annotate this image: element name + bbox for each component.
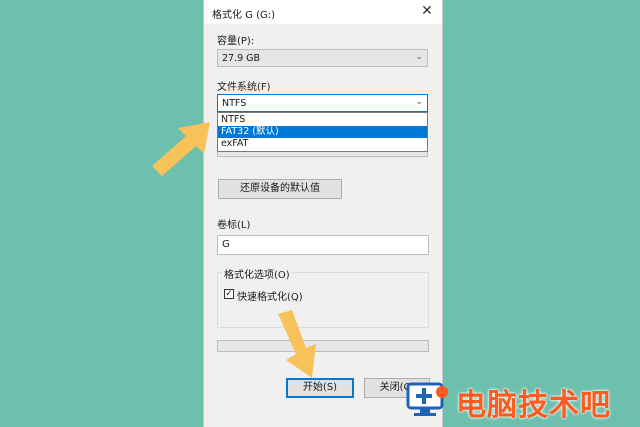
- computer-logo-icon: [406, 382, 448, 416]
- filesystem-dropdown-list: NTFS FAT32 (默认) exFAT: [217, 112, 428, 152]
- filesystem-option-ntfs[interactable]: NTFS: [218, 114, 427, 126]
- watermark-text: 电脑技术吧: [456, 388, 611, 423]
- watermark: 电脑技术吧: [400, 374, 640, 423]
- start-button[interactable]: 开始(S): [286, 378, 354, 398]
- arrow-annotation-icon: [278, 310, 316, 378]
- volume-label-input[interactable]: G: [217, 235, 429, 255]
- volume-label: 卷标(L): [217, 220, 251, 231]
- filesystem-select[interactable]: NTFS ⌄: [217, 94, 428, 112]
- restore-defaults-button[interactable]: 还原设备的默认值: [218, 179, 342, 199]
- chevron-down-icon: ⌄: [415, 97, 423, 107]
- allocation-unit-select[interactable]: [217, 152, 428, 157]
- format-options-label: 格式化选项(O): [222, 266, 292, 281]
- filesystem-option-exfat[interactable]: exFAT: [218, 138, 427, 150]
- capacity-value: 27.9 GB: [222, 53, 261, 64]
- quick-format-checkbox[interactable]: ✓: [224, 289, 234, 299]
- dialog-title: 格式化 G (G:): [212, 10, 276, 21]
- filesystem-label: 文件系统(F): [217, 82, 271, 93]
- capacity-select[interactable]: 27.9 GB ⌄: [217, 49, 428, 67]
- filesystem-value: NTFS: [222, 98, 247, 109]
- volume-value: G: [222, 239, 230, 250]
- arrow-annotation-icon: [152, 122, 210, 176]
- chevron-down-icon: ⌄: [415, 52, 423, 62]
- capacity-label: 容量(P):: [217, 36, 255, 47]
- close-icon[interactable]: ✕: [418, 2, 436, 20]
- filesystem-option-fat32[interactable]: FAT32 (默认): [218, 126, 427, 138]
- quick-format-label: 快速格式化(Q): [237, 292, 303, 303]
- title-bar: 格式化 G (G:) ✕: [204, 0, 442, 24]
